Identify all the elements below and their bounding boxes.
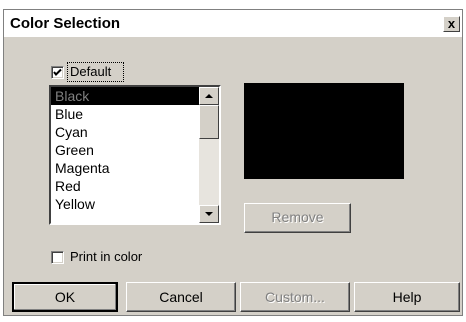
print-in-color-checkbox[interactable] — [51, 251, 64, 264]
close-button[interactable]: x — [443, 16, 460, 32]
ok-button-label: OK — [54, 289, 76, 305]
print-in-color-label[interactable]: Print in color — [70, 249, 142, 264]
list-item-magenta[interactable]: Magenta — [51, 159, 199, 177]
scroll-down-button[interactable] — [199, 205, 219, 223]
list-item-black[interactable]: Black — [51, 87, 199, 105]
scroll-thumb[interactable] — [199, 105, 219, 139]
arrow-down-icon — [205, 212, 213, 216]
list-item-red[interactable]: Red — [51, 177, 199, 195]
title-bar: Color Selection x — [4, 10, 462, 37]
color-selection-dialog: Color Selection x Default Black Blue Cya… — [3, 9, 463, 316]
list-item-green[interactable]: Green — [51, 141, 199, 159]
checkmark-icon — [53, 68, 62, 76]
arrow-up-icon — [205, 94, 213, 98]
ok-button[interactable]: OK — [12, 282, 118, 312]
close-icon: x — [447, 16, 456, 31]
color-list: Black Blue Cyan Green Magenta Red Yellow — [51, 87, 199, 213]
cancel-button[interactable]: Cancel — [126, 282, 236, 312]
remove-button[interactable]: Remove — [244, 203, 351, 233]
help-button[interactable]: Help — [354, 282, 460, 312]
list-item-blue[interactable]: Blue — [51, 105, 199, 123]
remove-button-label: Remove — [271, 209, 324, 225]
color-listbox[interactable]: Black Blue Cyan Green Magenta Red Yellow — [49, 85, 221, 225]
color-preview — [244, 83, 404, 179]
list-item-cyan[interactable]: Cyan — [51, 123, 199, 141]
custom-button-label: Custom... — [265, 289, 325, 305]
cancel-button-label: Cancel — [159, 289, 203, 305]
list-scrollbar[interactable] — [199, 87, 219, 223]
help-button-label: Help — [392, 289, 422, 305]
dialog-title: Color Selection — [10, 15, 121, 32]
scroll-up-button[interactable] — [199, 87, 219, 105]
list-item-yellow[interactable]: Yellow — [51, 195, 199, 213]
default-label[interactable]: Default — [70, 64, 111, 79]
custom-button[interactable]: Custom... — [240, 282, 350, 312]
default-checkbox[interactable] — [51, 66, 64, 79]
